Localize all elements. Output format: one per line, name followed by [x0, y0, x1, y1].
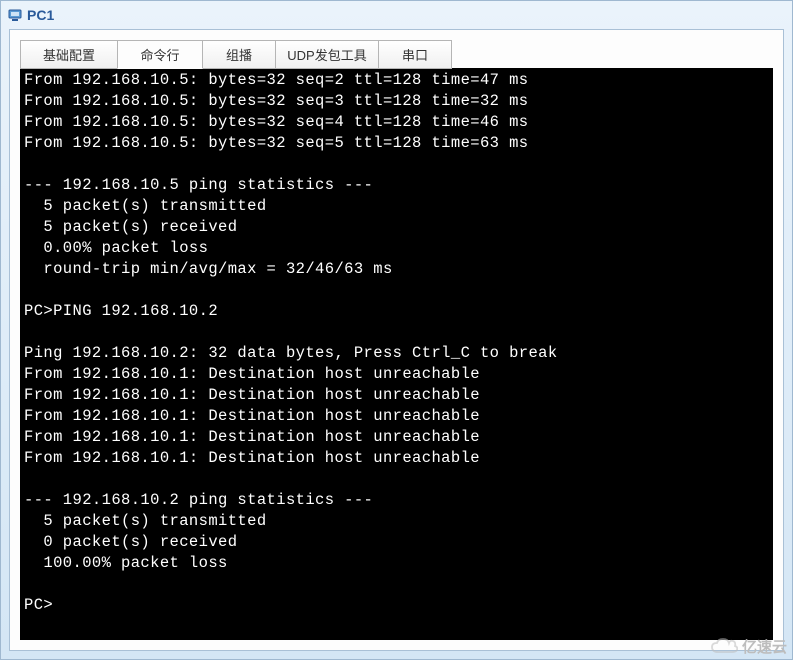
tab-label: 组播 — [226, 48, 252, 63]
tab-command-line[interactable]: 命令行 — [117, 40, 203, 69]
cloud-icon — [710, 638, 738, 656]
window-title: PC1 — [27, 7, 54, 23]
app-window: PC1 基础配置 命令行 组播 UDP发包工具 串口 From 192.168.… — [0, 0, 793, 660]
tabstrip: 基础配置 命令行 组播 UDP发包工具 串口 — [20, 40, 773, 69]
tab-label: 命令行 — [140, 48, 179, 63]
terminal-output[interactable]: From 192.168.10.5: bytes=32 seq=2 ttl=12… — [20, 68, 773, 640]
content-area: 基础配置 命令行 组播 UDP发包工具 串口 From 192.168.10.5… — [9, 29, 784, 651]
tab-label: UDP发包工具 — [287, 48, 366, 63]
watermark: 亿速云 — [710, 636, 787, 657]
titlebar: PC1 — [1, 1, 792, 29]
watermark-text: 亿速云 — [742, 636, 787, 657]
tab-basic-config[interactable]: 基础配置 — [20, 40, 118, 69]
tab-serial[interactable]: 串口 — [378, 40, 452, 69]
tab-label: 基础配置 — [43, 48, 95, 63]
tab-multicast[interactable]: 组播 — [202, 40, 276, 69]
tab-label: 串口 — [402, 48, 428, 63]
tab-udp-tool[interactable]: UDP发包工具 — [275, 40, 379, 69]
app-icon — [7, 7, 23, 23]
